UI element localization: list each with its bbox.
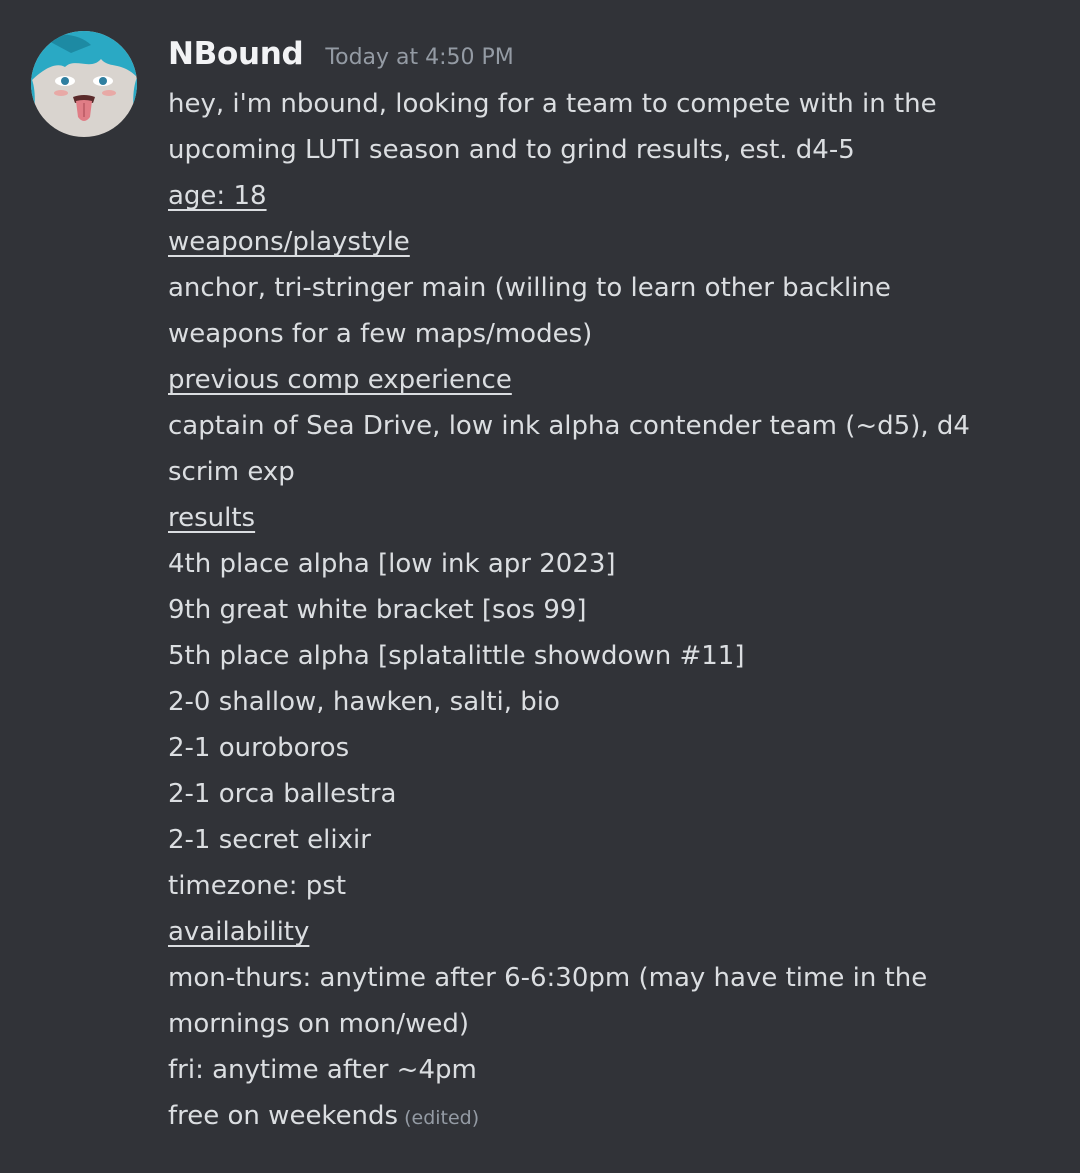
- message-line: 9th great white bracket [sos 99]: [168, 595, 587, 625]
- edited-label[interactable]: (edited): [404, 1107, 479, 1129]
- message-line: mon-thurs: anytime after 6-6:30pm (may h…: [168, 963, 928, 993]
- message-line: fri: anytime after ~4pm: [168, 1055, 477, 1085]
- message-line: 5th place alpha [splatalittle showdown #…: [168, 641, 745, 671]
- section-heading-availability: availability: [168, 917, 310, 947]
- message-line: upcoming LUTI season and to grind result…: [168, 135, 855, 165]
- message-line: captain of Sea Drive, low ink alpha cont…: [168, 411, 970, 441]
- message-line: hey, i'm nbound, looking for a team to c…: [168, 89, 937, 119]
- section-heading-results: results: [168, 503, 256, 533]
- anime-avatar-icon: [31, 31, 137, 137]
- message-line: weapons/playstyle: [168, 219, 1048, 265]
- avatar[interactable]: [31, 31, 137, 137]
- message-line: anchor, tri-stringer main (willing to le…: [168, 273, 891, 303]
- message-line: timezone: pst: [168, 871, 347, 901]
- chat-message: NBound Today at 4:50 PM hey, i'm nbound,…: [0, 0, 1080, 1173]
- message-line: availability: [168, 909, 1048, 955]
- message-header: NBound Today at 4:50 PM: [168, 36, 514, 80]
- section-heading-age: age: 18: [168, 181, 267, 211]
- message-line: free on weekends (edited): [168, 1101, 480, 1131]
- message-content: hey, i'm nbound, looking for a team to c…: [168, 81, 1048, 1139]
- section-heading-experience: previous comp experience: [168, 365, 512, 395]
- message-line: mornings on mon/wed): [168, 1009, 469, 1039]
- message-line: 2-1 orca ballestra: [168, 779, 397, 809]
- message-line: 4th place alpha [low ink apr 2023]: [168, 549, 616, 579]
- username[interactable]: NBound: [168, 36, 304, 72]
- message-line: results: [168, 495, 1048, 541]
- message-line: 2-0 shallow, hawken, salti, bio: [168, 687, 560, 717]
- message-line: 2-1 secret elixir: [168, 825, 371, 855]
- timestamp[interactable]: Today at 4:50 PM: [325, 45, 513, 70]
- message-line: scrim exp: [168, 457, 295, 487]
- message-line: weapons for a few maps/modes): [168, 319, 593, 349]
- message-line: age: 18: [168, 173, 1048, 219]
- message-line: previous comp experience: [168, 357, 1048, 403]
- message-line: 2-1 ouroboros: [168, 733, 350, 763]
- section-heading-weapons: weapons/playstyle: [168, 227, 410, 257]
